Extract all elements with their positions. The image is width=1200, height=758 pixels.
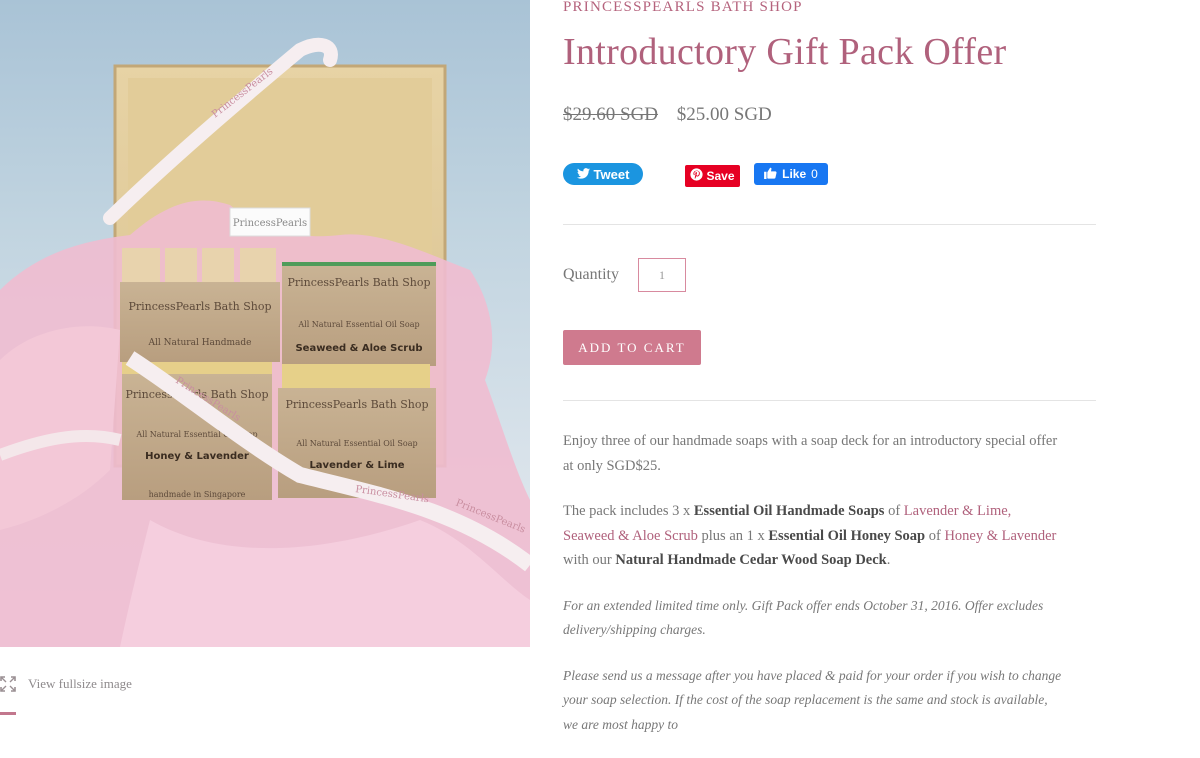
- svg-text:All Natural Essential Oil Soap: All Natural Essential Oil Soap: [297, 320, 419, 329]
- vendor-name[interactable]: PRINCESSPEARLS BATH SHOP: [563, 0, 803, 16]
- divider: [563, 400, 1096, 401]
- honey-lavender-link[interactable]: Honey & Lavender: [944, 528, 1056, 544]
- price-block: $29.60 SGD $25.00 SGD: [563, 104, 772, 126]
- original-price: $29.60 SGD: [563, 104, 659, 125]
- social-share: Tweet Save Like 0: [563, 163, 963, 187]
- divider: [563, 224, 1096, 225]
- tweet-button[interactable]: Tweet: [563, 163, 643, 185]
- svg-text:All Natural Essential Oil Soap: All Natural Essential Oil Soap: [295, 439, 417, 448]
- quantity-label: Quantity: [563, 266, 619, 283]
- soap-bar-2: PrincessPearls Bath Shop All Natural Ess…: [282, 262, 436, 366]
- svg-text:PrincessPearls Bath Shop: PrincessPearls Bath Shop: [285, 398, 428, 411]
- like-label: Like: [782, 167, 807, 181]
- product-title: Introductory Gift Pack Offer: [563, 31, 1007, 73]
- view-fullsize-link[interactable]: View fullsize image: [0, 674, 132, 694]
- description-intro: Enjoy three of our handmade soaps with a…: [563, 433, 1058, 474]
- lavender-lime-link[interactable]: Lavender & Lime,: [904, 503, 1012, 519]
- offer-terms: For an extended limited time only. Gift …: [563, 597, 1044, 638]
- description-contents: The pack includes 3 x Essential Oil Hand…: [563, 503, 1057, 568]
- seaweed-aloe-link[interactable]: Seaweed & Aloe Scrub: [563, 528, 698, 544]
- twitter-bird-icon: [576, 167, 590, 182]
- pinterest-save-button[interactable]: Save: [685, 165, 740, 187]
- quantity-input[interactable]: [638, 258, 686, 292]
- quantity-row: Quantity: [563, 258, 686, 292]
- svg-text:handmade in Singapore: handmade in Singapore: [149, 490, 246, 499]
- add-to-cart-button[interactable]: ADD TO CART: [563, 330, 701, 365]
- thumbnail-edge[interactable]: [0, 712, 16, 715]
- facebook-like-button[interactable]: Like 0: [754, 163, 828, 185]
- soap-bar-1: PrincessPearls Bath Shop All Natural Han…: [120, 282, 280, 362]
- sale-price: $25.00 SGD: [676, 104, 772, 125]
- gift-pack-photo: PrincessPearls PrincessPearls Bath Shop …: [0, 37, 530, 647]
- svg-text:Lavender & Lime: Lavender & Lime: [309, 460, 404, 471]
- soap-bar-3: PrincessPearls Bath Shop All Natural Ess…: [122, 362, 272, 500]
- expand-icon: [0, 676, 16, 692]
- thumbs-up-icon: [764, 167, 777, 182]
- svg-text:PrincessPearls Bath Shop: PrincessPearls Bath Shop: [287, 276, 430, 289]
- view-fullsize-label: View fullsize image: [28, 676, 132, 691]
- like-count: 0: [811, 167, 818, 181]
- svg-text:PrincessPearls Bath Shop: PrincessPearls Bath Shop: [128, 300, 271, 313]
- product-description: Enjoy three of our handmade soaps with a…: [563, 429, 1063, 758]
- soap-change-note: Please send us a message after you have …: [563, 667, 1062, 732]
- tweet-label: Tweet: [593, 166, 630, 182]
- svg-text:Honey & Lavender: Honey & Lavender: [145, 451, 249, 462]
- product-image[interactable]: PrincessPearls PrincessPearls Bath Shop …: [0, 0, 530, 647]
- box-tag-text: PrincessPearls: [233, 218, 307, 229]
- svg-text:All Natural Handmade: All Natural Handmade: [148, 338, 252, 348]
- svg-text:Seaweed & Aloe Scrub: Seaweed & Aloe Scrub: [295, 343, 422, 354]
- save-label: Save: [706, 169, 735, 183]
- pinterest-icon: [690, 168, 704, 184]
